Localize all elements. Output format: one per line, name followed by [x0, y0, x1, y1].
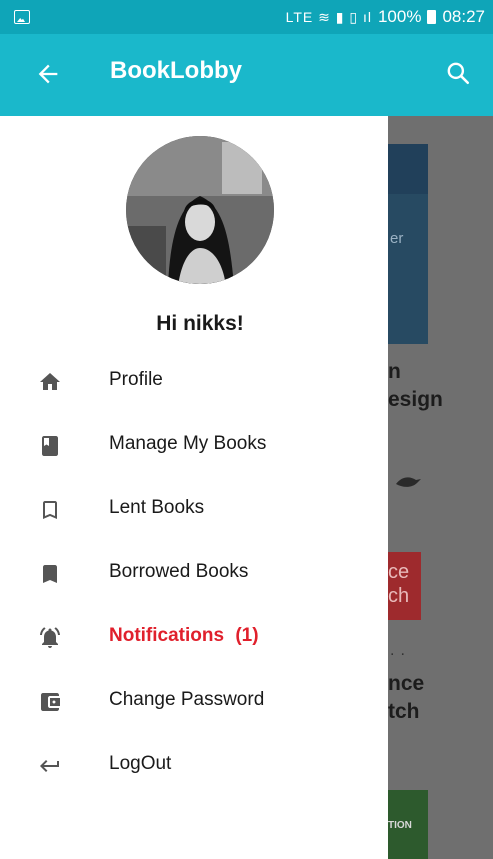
- dots: ..: [390, 642, 411, 659]
- menu-item-label: Lent Books: [109, 497, 205, 518]
- clock: 08:27: [442, 7, 485, 26]
- cover-text: er: [390, 230, 404, 247]
- red-book-cover: ce ch: [388, 552, 421, 620]
- notifications-label: Notifications: [109, 625, 225, 646]
- app-bar: BookLobby: [0, 34, 493, 116]
- back-arrow-icon[interactable]: [34, 60, 62, 88]
- green-book-cover: TION: [388, 790, 428, 859]
- menu-item-lent-books[interactable]: Lent Books: [0, 478, 388, 542]
- bookmark-icon: [43, 565, 57, 583]
- greeting-text: Hi nikks!: [156, 312, 244, 335]
- navigation-drawer: Hi nikks! Profile Manage My Books Lent B…: [0, 116, 388, 859]
- bird-image: [396, 477, 421, 487]
- background-content: er n esign ce ch .. nce tch TION: [388, 116, 493, 859]
- status-bar: LTE ≋ ▮ ▯ ıl 100% 08:27: [0, 0, 493, 34]
- book-icon: [42, 436, 58, 456]
- menu-item-borrowed-books[interactable]: Borrowed Books: [0, 542, 388, 606]
- return-arrow-icon: [40, 760, 59, 772]
- lte-label: LTE: [285, 8, 314, 25]
- status-indicators: LTE ≋ ▮ ▯ ıl 100% 08:27: [286, 7, 485, 27]
- menu-item-logout[interactable]: LogOut: [0, 734, 388, 798]
- menu-item-manage-books[interactable]: Manage My Books: [0, 414, 388, 478]
- profile-photo: [126, 136, 274, 284]
- green-cover-text: TION: [388, 820, 412, 831]
- drawer-header: Hi nikks!: [126, 120, 274, 338]
- menu-item-label: Profile: [109, 369, 163, 390]
- battery-icon: [427, 10, 437, 24]
- avatar[interactable]: [126, 136, 274, 284]
- signal-icons: LTE ≋ ▮ ▯ ıl: [285, 8, 372, 25]
- book-title-fragment: nce: [388, 672, 425, 695]
- menu-item-notifications[interactable]: Notifications (1): [0, 606, 388, 670]
- menu-item-label: Change Password: [109, 689, 265, 710]
- notification-count-badge: (1): [235, 625, 259, 646]
- red-cover-text: ce ch: [388, 561, 410, 607]
- book-title-fragment: esign: [388, 388, 443, 411]
- search-icon[interactable]: [445, 60, 471, 86]
- menu-item-profile[interactable]: Profile: [0, 350, 388, 414]
- battery-percent: 100%: [377, 7, 422, 26]
- book-title-fragment: tch: [388, 700, 420, 723]
- wallet-icon: [41, 693, 60, 711]
- bell-ringing-icon: [40, 627, 60, 648]
- book-cover: er: [388, 144, 428, 344]
- menu-item-label: Borrowed Books: [109, 561, 249, 582]
- menu-item-label: Notifications (1): [109, 625, 259, 647]
- bookmark-outline-icon: [43, 501, 57, 519]
- menu-item-label: LogOut: [109, 753, 172, 774]
- book-title-fragment: n: [388, 360, 401, 383]
- menu-item-label: Manage My Books: [109, 433, 267, 454]
- image-notification-icon: [14, 10, 30, 24]
- menu-item-change-password[interactable]: Change Password: [0, 670, 388, 734]
- home-icon: [40, 373, 60, 390]
- app-title: BookLobby: [110, 57, 242, 84]
